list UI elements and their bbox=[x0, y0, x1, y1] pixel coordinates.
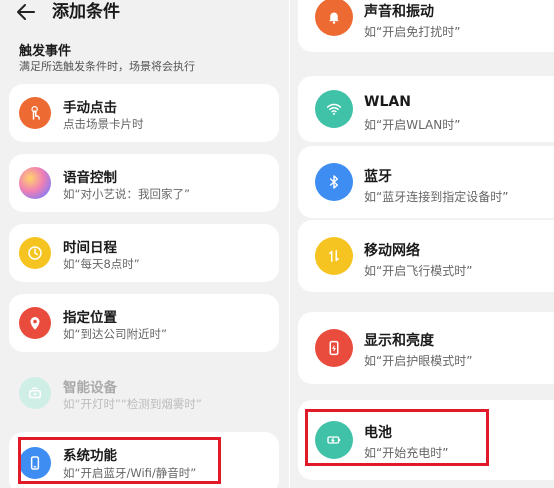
voice-assistant-icon bbox=[19, 167, 51, 199]
condition-description: 如“蓝牙连接到指定设备时” bbox=[364, 190, 509, 204]
location-pin-icon bbox=[19, 307, 51, 339]
condition-display-brightness[interactable]: 显示和亮度 如“开启护眼模式时” bbox=[298, 312, 554, 384]
highlight-box bbox=[18, 437, 221, 484]
mobile-data-icon bbox=[315, 237, 353, 275]
trigger-description: 如“到达公司附近时” bbox=[63, 327, 167, 341]
trigger-description: 如“对小艺说：我回家了” bbox=[63, 187, 190, 201]
trigger-manual-tap[interactable]: 手动点击 点击场景卡片时 bbox=[9, 84, 279, 142]
bluetooth-icon bbox=[315, 163, 353, 201]
trigger-time-schedule[interactable]: 时间日程 如“每天8点时” bbox=[9, 224, 279, 282]
wifi-icon bbox=[315, 90, 353, 128]
condition-description: 如“开启WLAN时” bbox=[364, 118, 461, 132]
clock-icon bbox=[19, 237, 51, 269]
back-arrow-icon[interactable] bbox=[14, 0, 38, 24]
trigger-description: 如“每天8点时” bbox=[63, 257, 140, 271]
condition-description: 如“开启免打扰时” bbox=[364, 25, 461, 39]
condition-description: 如“开启护眼模式时” bbox=[364, 354, 473, 368]
condition-wlan[interactable]: WLAN 如“开启WLAN时” bbox=[298, 76, 554, 142]
page-title: 添加条件 bbox=[52, 2, 120, 22]
trigger-smart-device[interactable]: 智能设备 如“开灯时”“检测到烟雾时” bbox=[9, 364, 279, 422]
trigger-voice-control[interactable]: 语音控制 如“对小艺说：我回家了” bbox=[9, 154, 279, 212]
trigger-label: 指定位置 bbox=[63, 310, 117, 326]
trigger-label: 语音控制 bbox=[63, 170, 117, 186]
condition-label: 蓝牙 bbox=[364, 169, 392, 185]
condition-label: 移动网络 bbox=[364, 243, 420, 259]
trigger-label: 时间日程 bbox=[63, 240, 117, 256]
condition-sound-vibration[interactable]: 声音和振动 如“开启免打扰时” bbox=[298, 0, 554, 52]
section-title: 触发事件 bbox=[19, 44, 72, 59]
trigger-description: 点击场景卡片时 bbox=[63, 117, 144, 131]
condition-bluetooth[interactable]: 蓝牙 如“蓝牙连接到指定设备时” bbox=[298, 146, 554, 218]
highlight-box bbox=[305, 409, 489, 466]
trigger-label: 手动点击 bbox=[63, 100, 117, 116]
section-subtitle: 满足所选触发条件时，场景将会执行 bbox=[19, 60, 195, 73]
condition-label: WLAN bbox=[364, 94, 411, 110]
condition-description: 如“开启飞行模式时” bbox=[364, 264, 473, 278]
bell-icon bbox=[315, 0, 353, 36]
display-icon bbox=[315, 329, 353, 367]
condition-label: 显示和亮度 bbox=[364, 333, 434, 349]
trigger-location[interactable]: 指定位置 如“到达公司附近时” bbox=[9, 294, 279, 352]
condition-mobile-network[interactable]: 移动网络 如“开启飞行模式时” bbox=[298, 220, 554, 292]
trigger-description: 如“开灯时”“检测到烟雾时” bbox=[63, 397, 202, 411]
left-panel: 添加条件 触发事件 满足所选触发条件时，场景将会执行 手动点击 点击场景卡片时 … bbox=[0, 0, 290, 488]
trigger-label: 智能设备 bbox=[63, 380, 117, 396]
right-panel: 声音和振动 如“开启免打扰时” WLAN 如“开启WLAN时” 蓝牙 如“蓝牙连… bbox=[290, 0, 554, 488]
smart-device-icon bbox=[19, 377, 51, 409]
tap-icon bbox=[19, 97, 51, 129]
condition-label: 声音和振动 bbox=[364, 4, 434, 20]
